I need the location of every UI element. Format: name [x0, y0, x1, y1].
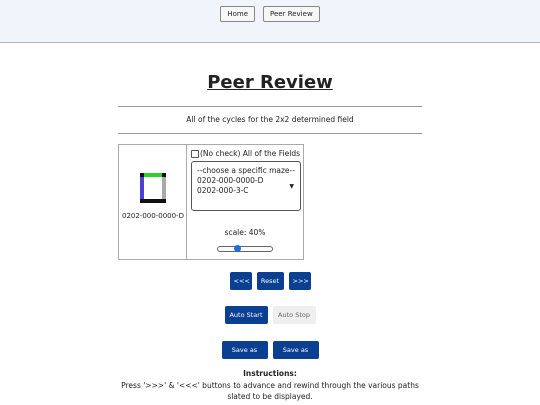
instructions-text: Press '>>>' & '<<<' buttons to advance a…	[121, 381, 419, 401]
maze-panel: 0202-000-0000-D (No check) All of the Fi…	[118, 144, 304, 260]
save-png-button[interactable]: Save as PNG	[272, 341, 319, 372]
reset-button[interactable]: Reset	[256, 272, 284, 290]
peer-review-button[interactable]: Peer Review	[263, 6, 320, 22]
maze-option-placeholder[interactable]: --choose a specific maze--	[197, 166, 295, 176]
maze-options: (No check) All of the Fields --choose a …	[187, 145, 303, 259]
maze-left-edge	[140, 177, 144, 199]
all-fields-checkbox[interactable]	[191, 149, 199, 158]
scale-slider[interactable]	[217, 244, 273, 253]
maze-select[interactable]: --choose a specific maze-- 0202-000-0000…	[191, 161, 301, 211]
scale-label: scale: 40%	[224, 228, 266, 237]
maze-bottom-edge	[140, 199, 166, 203]
page-subtitle: All of the cycles for the 2x2 determined…	[186, 115, 354, 124]
maze-caption: 0202-000-0000-D	[122, 212, 184, 220]
maze-corner-tl	[140, 173, 144, 177]
all-fields-checkbox-label: (No check) All of the Fields	[200, 149, 300, 158]
scale-slider-thumb[interactable]	[234, 245, 241, 252]
all-fields-checkbox-row[interactable]: (No check) All of the Fields	[191, 149, 300, 158]
save-controls: Save as SVG Save as PNG	[0, 341, 540, 372]
auto-controls: Auto Start Auto Stop	[0, 306, 540, 324]
scale-slider-track[interactable]	[217, 246, 273, 252]
divider-top	[118, 106, 422, 107]
top-nav-bar: Home Peer Review	[0, 0, 540, 43]
maze-preview: 0202-000-0000-D	[119, 145, 187, 259]
nav-buttons: Home Peer Review	[0, 6, 540, 22]
maze-thumbnail	[140, 173, 166, 203]
page-title: Peer Review	[207, 72, 333, 93]
auto-stop-button[interactable]: Auto Stop	[272, 306, 316, 324]
save-svg-button[interactable]: Save as SVG	[221, 341, 268, 372]
rewind-button[interactable]: <<<	[229, 272, 252, 290]
maze-corner-tr	[162, 173, 166, 177]
navigation-controls: <<< Reset >>>	[0, 272, 540, 290]
maze-cell	[144, 177, 162, 199]
instructions-title: Instructions:	[243, 369, 297, 378]
maze-option[interactable]: 0202-000-0000-D	[197, 176, 295, 186]
dropdown-caret-icon: ▼	[289, 183, 294, 190]
advance-button[interactable]: >>>	[288, 272, 311, 290]
home-button[interactable]: Home	[220, 6, 255, 22]
auto-start-button[interactable]: Auto Start	[224, 306, 268, 324]
divider-bottom	[118, 133, 422, 134]
maze-option[interactable]: 0202-000-3-C	[197, 186, 295, 196]
maze-right-edge	[162, 177, 166, 199]
